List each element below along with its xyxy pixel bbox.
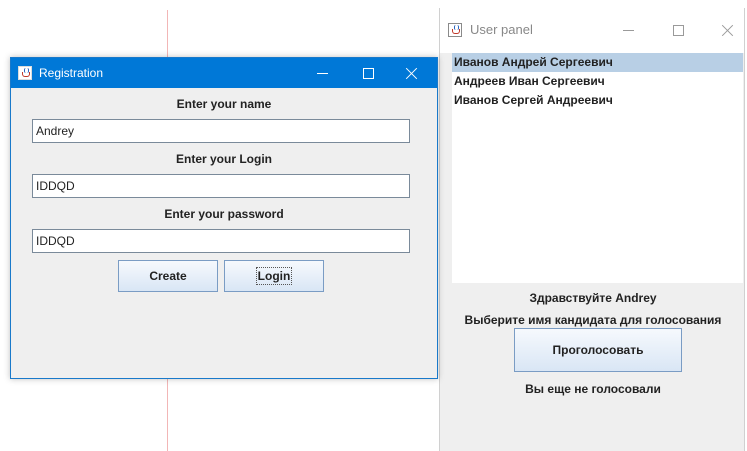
candidate-list-item[interactable]: Андреев Иван Сергеевич [452, 72, 743, 91]
password-input[interactable] [32, 229, 410, 253]
password-label: Enter your password [164, 207, 284, 221]
minimize-icon [622, 29, 634, 31]
java-icon [18, 66, 32, 80]
close-icon [406, 67, 418, 79]
user-panel-minimize-button[interactable] [612, 16, 644, 44]
close-icon [722, 24, 734, 36]
user-panel-close-button[interactable] [712, 16, 744, 44]
user-panel-title: User panel [470, 22, 533, 37]
login-button[interactable]: Login [224, 260, 324, 292]
name-label: Enter your name [176, 97, 272, 111]
registration-titlebar[interactable]: Registration [11, 58, 437, 88]
candidate-list-item[interactable]: Иванов Андрей Сергеевич [452, 53, 743, 72]
maximize-icon [672, 24, 684, 36]
minimize-icon [316, 72, 328, 74]
registration-window: Registration Enter your name Enter your … [10, 57, 438, 379]
registration-title: Registration [39, 66, 104, 80]
login-input[interactable] [32, 174, 410, 198]
maximize-icon [362, 67, 374, 79]
java-icon [448, 23, 462, 37]
login-label: Enter your Login [176, 152, 272, 166]
name-input[interactable] [32, 119, 410, 143]
instruction-label: Выберите имя кандидата для голосования [464, 313, 722, 327]
user-panel-titlebar[interactable]: User panel [440, 8, 744, 53]
candidate-list-item[interactable]: Иванов Сергей Андреевич [452, 91, 743, 110]
registration-maximize-button[interactable] [348, 59, 388, 87]
user-panel-window: User panel Иванов Андрей Сергеевич Андре… [439, 8, 745, 451]
user-panel-maximize-button[interactable] [662, 16, 694, 44]
create-button[interactable]: Create [118, 260, 218, 292]
vote-button[interactable]: Проголосовать [514, 328, 682, 372]
registration-close-button[interactable] [392, 59, 432, 87]
candidate-list[interactable]: Иванов Андрей Сергеевич Андреев Иван Сер… [452, 53, 743, 283]
greeting-label: Здравствуйте Andrey [529, 291, 657, 305]
login-button-label: Login [255, 267, 293, 285]
vote-status-label: Вы еще не голосовали [525, 382, 661, 396]
registration-minimize-button[interactable] [302, 59, 342, 87]
